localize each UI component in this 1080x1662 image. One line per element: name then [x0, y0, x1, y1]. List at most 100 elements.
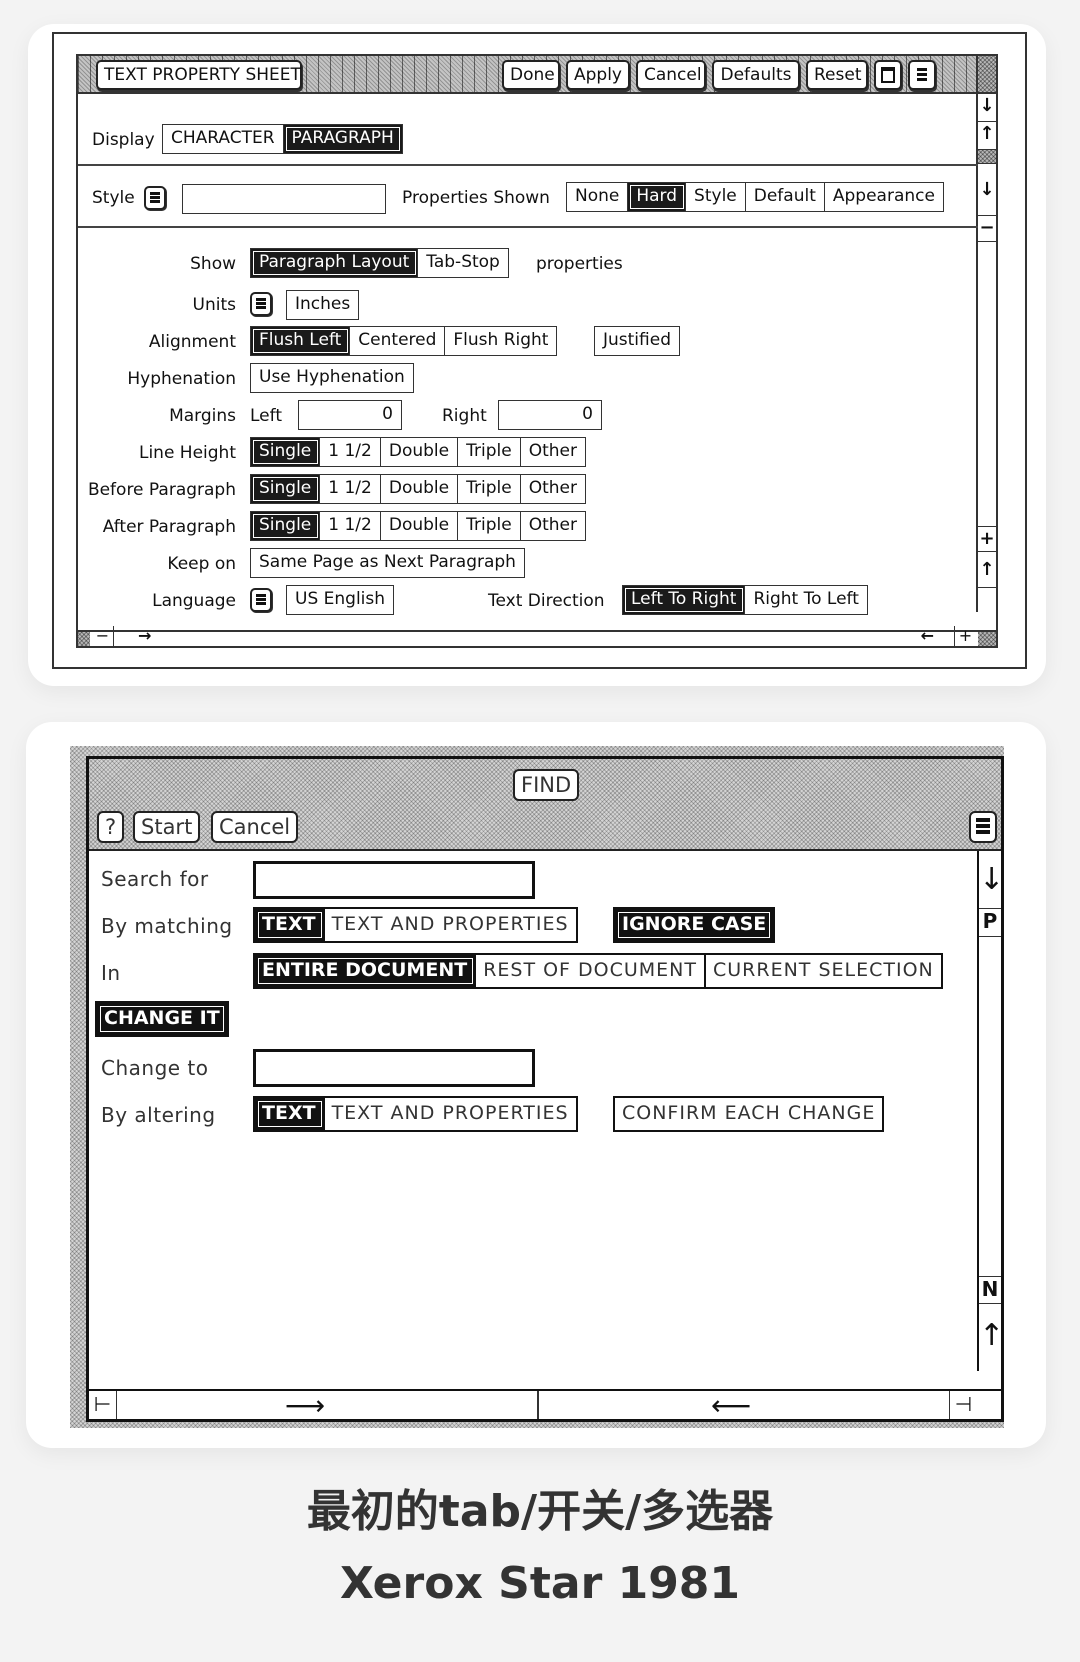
by-matching-selector[interactable]: TEXT TEXT AND PROPERTIES [253, 907, 578, 943]
alignment-option-flush-right[interactable]: Flush Right [445, 327, 557, 355]
line-height-option[interactable]: Triple [458, 438, 521, 466]
confirm-each-change-toggle[interactable]: CONFIRM EACH CHANGE [613, 1096, 885, 1132]
alignment-option-centered[interactable]: Centered [350, 327, 446, 355]
after-paragraph-option[interactable]: Triple [458, 512, 521, 540]
by-matching-option-text[interactable]: TEXT [255, 909, 325, 941]
page-icon[interactable]: P [979, 909, 1001, 937]
reset-button[interactable]: Reset [806, 60, 868, 90]
cancel-button[interactable]: Cancel [211, 811, 299, 843]
ignore-case-toggle[interactable]: IGNORE CASE [613, 907, 776, 943]
scroll-end-icon[interactable]: ⊣ [949, 1391, 977, 1419]
vertical-scrollbar[interactable]: ↓ ↑ ↓ − + ↑ [976, 94, 996, 612]
defaults-button[interactable]: Defaults [712, 60, 800, 90]
scroll-thumb[interactable] [978, 150, 996, 164]
scroll-minus-icon[interactable]: − [978, 216, 996, 242]
search-for-input[interactable] [253, 861, 535, 899]
done-button[interactable]: Done [502, 60, 560, 90]
cancel-button[interactable]: Cancel [636, 60, 706, 90]
properties-shown-selector[interactable]: None Hard Style Default Appearance [566, 182, 944, 212]
line-height-option[interactable]: Double [380, 438, 459, 466]
scroll-minus-icon[interactable]: − [92, 626, 114, 646]
after-paragraph-selector[interactable]: Single 1 1/2 Double Triple Other [250, 511, 586, 541]
before-paragraph-option[interactable]: Single [251, 475, 321, 503]
right-margin-input[interactable]: 0 [498, 400, 602, 430]
text-direction-option-ltr[interactable]: Left To Right [623, 586, 746, 614]
scroll-plus-icon[interactable]: + [954, 626, 976, 646]
in-option-entire-document[interactable]: ENTIRE DOCUMENT [255, 955, 477, 987]
before-paragraph-option[interactable]: Other [520, 475, 585, 503]
scroll-down-icon[interactable]: ↓ [978, 164, 996, 216]
properties-option-style[interactable]: Style [686, 183, 746, 211]
properties-option-appearance[interactable]: Appearance [824, 183, 943, 211]
before-paragraph-option[interactable]: Triple [458, 475, 521, 503]
alignment-selector[interactable]: Flush Left Centered Flush Right [250, 326, 558, 356]
after-paragraph-option[interactable]: Single [251, 512, 321, 540]
scroll-down-icon[interactable]: ↓ [978, 94, 996, 122]
line-height-option[interactable]: Single [251, 438, 321, 466]
change-it-toggle[interactable]: CHANGE IT [95, 1001, 229, 1037]
after-paragraph-option[interactable]: 1 1/2 [320, 512, 381, 540]
scroll-right-icon[interactable]: → [138, 626, 151, 645]
horizontal-scrollbar[interactable]: ⊢ ⟶ ⟵ ⊣ [89, 1389, 1001, 1422]
window-button[interactable] [874, 60, 902, 90]
same-page-toggle[interactable]: Same Page as Next Paragraph [250, 548, 525, 578]
display-option-paragraph[interactable]: PARAGRAPH [283, 125, 402, 153]
show-option-tab-stop[interactable]: Tab-Stop [418, 249, 508, 277]
language-menu-icon[interactable] [250, 588, 272, 612]
line-height-selector[interactable]: Single 1 1/2 Double Triple Other [250, 437, 586, 467]
vertical-scrollbar[interactable]: ↓ P N ↑ [977, 851, 1004, 1371]
scroll-left-icon[interactable]: ← [921, 626, 934, 645]
start-button[interactable]: Start [133, 811, 201, 843]
ignore-case-label[interactable]: IGNORE CASE [615, 909, 774, 941]
line-height-option[interactable]: 1 1/2 [320, 438, 381, 466]
in-option-current-selection[interactable]: CURRENT SELECTION [706, 955, 941, 987]
left-margin-input[interactable]: 0 [298, 400, 402, 430]
horizontal-scrollbar[interactable]: − → ← + [78, 626, 996, 646]
by-altering-selector[interactable]: TEXT TEXT AND PROPERTIES [253, 1096, 578, 1132]
language-value[interactable]: US English [286, 585, 395, 615]
use-hyphenation-toggle[interactable]: Use Hyphenation [250, 363, 414, 393]
scroll-up-icon[interactable]: ↑ [978, 552, 996, 588]
units-value[interactable]: Inches [286, 290, 360, 320]
properties-option-none[interactable]: None [567, 183, 629, 211]
change-to-input[interactable] [253, 1049, 535, 1087]
in-option-rest-of-document[interactable]: REST OF DOCUMENT [476, 955, 706, 987]
scroll-up-icon[interactable]: ↑ [978, 122, 996, 150]
scroll-down-icon[interactable]: ↓ [979, 851, 1004, 909]
style-input[interactable] [182, 184, 386, 214]
display-option-character[interactable]: CHARACTER [163, 125, 284, 153]
alignment-option-flush-left[interactable]: Flush Left [251, 327, 351, 355]
next-icon[interactable]: N [979, 1276, 1001, 1304]
before-paragraph-option[interactable]: 1 1/2 [320, 475, 381, 503]
scroll-right-icon[interactable]: ⟶ [285, 1389, 325, 1422]
scroll-left-icon[interactable]: ⟵ [711, 1389, 751, 1422]
show-option-paragraph-layout[interactable]: Paragraph Layout [251, 249, 419, 277]
before-paragraph-option[interactable]: Double [380, 475, 459, 503]
style-menu-icon[interactable] [144, 186, 166, 210]
display-selector[interactable]: CHARACTER PARAGRAPH [162, 124, 403, 154]
scroll-plus-icon[interactable]: + [978, 526, 996, 552]
before-paragraph-selector[interactable]: Single 1 1/2 Double Triple Other [250, 474, 586, 504]
justified-toggle[interactable]: Justified [594, 326, 680, 356]
show-selector[interactable]: Paragraph Layout Tab-Stop [250, 248, 509, 278]
by-altering-option-text[interactable]: TEXT [255, 1098, 325, 1130]
scroll-start-icon[interactable]: ⊢ [89, 1391, 117, 1419]
after-paragraph-option[interactable]: Double [380, 512, 459, 540]
menu-button[interactable] [969, 811, 997, 843]
after-paragraph-option[interactable]: Other [520, 512, 585, 540]
by-altering-option-text-and-properties[interactable]: TEXT AND PROPERTIES [324, 1098, 576, 1130]
properties-option-hard[interactable]: Hard [628, 183, 687, 211]
text-direction-option-rtl[interactable]: Right To Left [745, 586, 867, 614]
change-it-label[interactable]: CHANGE IT [97, 1003, 227, 1035]
properties-option-default[interactable]: Default [745, 183, 825, 211]
apply-button[interactable]: Apply [566, 60, 630, 90]
find-window-header[interactable]: FIND ? Start Cancel [89, 759, 1001, 851]
line-height-option[interactable]: Other [520, 438, 585, 466]
help-button[interactable]: ? [97, 811, 125, 843]
in-selector[interactable]: ENTIRE DOCUMENT REST OF DOCUMENT CURRENT… [253, 953, 943, 989]
property-sheet-header[interactable]: TEXT PROPERTY SHEET Done Apply Cancel De… [78, 56, 996, 94]
text-direction-selector[interactable]: Left To Right Right To Left [622, 585, 868, 615]
scroll-up-icon[interactable]: ↑ [979, 1304, 1004, 1368]
confirm-each-change-label[interactable]: CONFIRM EACH CHANGE [615, 1098, 883, 1130]
menu-button[interactable] [908, 60, 936, 90]
